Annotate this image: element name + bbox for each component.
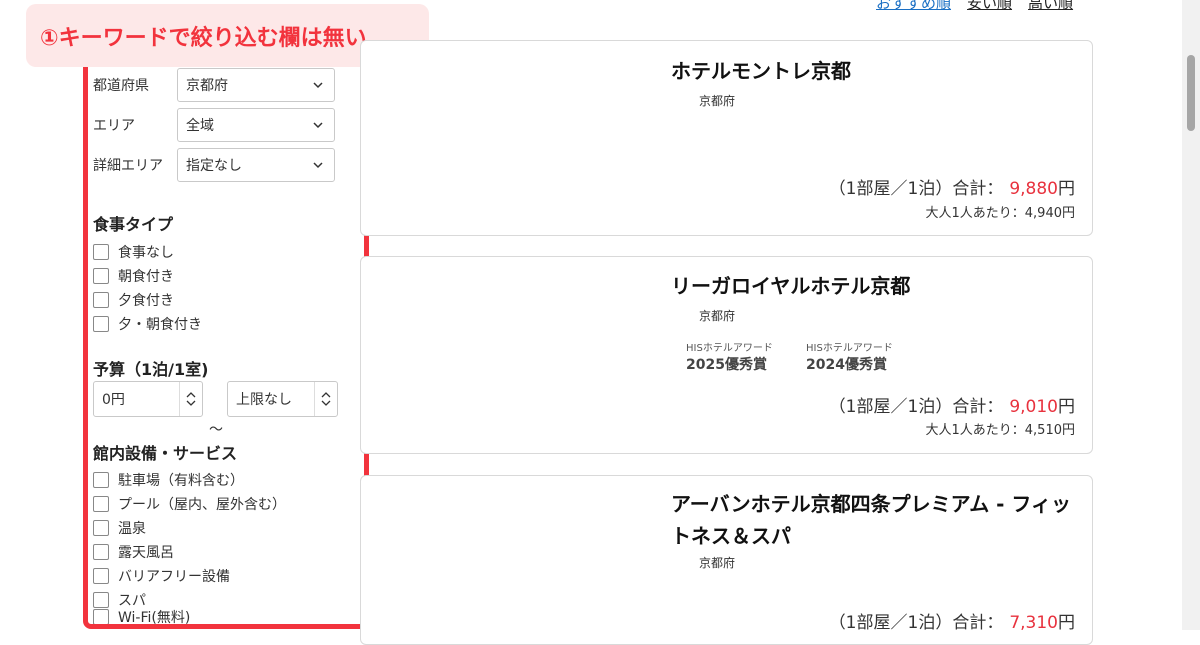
sort-expensive-link[interactable]: 高い順	[1028, 0, 1073, 13]
checkbox[interactable]	[93, 609, 109, 624]
chevron-down-icon	[313, 162, 323, 169]
hotel-name[interactable]: アーバンホテル京都四条プレミアム - フィッ トネス＆スパ	[671, 488, 1071, 552]
facility-option-barrier-free[interactable]: バリアフリー設備	[93, 566, 230, 586]
sort-recommended-link[interactable]: おすすめ順	[876, 0, 951, 13]
award-label: HISホテルアワード	[806, 343, 893, 354]
checkbox[interactable]	[93, 496, 109, 512]
hotel-prefecture: 京都府	[699, 556, 736, 570]
detail-area-row: 詳細エリア 指定なし	[93, 148, 343, 182]
price-yen: 円	[1058, 179, 1075, 199]
checkbox-label: 朝食付き	[118, 269, 174, 285]
checkbox-label: 駐車場（有料含む）	[118, 473, 244, 489]
per-person-price: 大人1人あたり：4,510円	[925, 423, 1076, 438]
award-name: 2024優秀賞	[806, 357, 887, 373]
award-badge: HISホテルアワード 2025優秀賞	[686, 339, 773, 374]
price-line: （1部屋／1泊）合計： 9,010円	[829, 392, 1075, 417]
price-yen: 円	[1058, 397, 1075, 417]
checkbox[interactable]	[93, 268, 109, 284]
hotel-name-line: トネス＆スパ	[671, 524, 791, 548]
checkbox[interactable]	[93, 244, 109, 260]
checkbox[interactable]	[93, 520, 109, 536]
facility-option-open-air-bath[interactable]: 露天風呂	[93, 542, 174, 562]
meal-option-dinner-breakfast[interactable]: 夕・朝食付き	[93, 314, 202, 334]
stepper-icon[interactable]	[314, 382, 337, 416]
area-row: エリア 全域	[93, 108, 343, 142]
area-value: 全域	[186, 118, 214, 134]
checkbox-label: Wi-Fi(無料)	[118, 610, 191, 626]
area-label: エリア	[93, 118, 135, 134]
price-line: （1部屋／1泊）合計： 9,880円	[829, 174, 1075, 199]
checkbox-label: バリアフリー設備	[118, 569, 230, 585]
chevron-down-icon	[313, 82, 323, 89]
annotation-text: ①キーワードで絞り込む欄は無い	[40, 25, 367, 51]
per-person-price: 大人1人あたり：4,940円	[925, 206, 1076, 221]
sort-cheap-link[interactable]: 安い順	[967, 0, 1012, 13]
prefecture-value: 京都府	[186, 78, 228, 94]
budget-title: 予算（1泊/1室)	[93, 360, 209, 379]
area-select[interactable]: 全域	[177, 108, 335, 142]
checkbox-label: プール（屋内、屋外含む）	[118, 497, 286, 513]
prefecture-select[interactable]: 京都府	[177, 68, 335, 102]
budget-separator: ～	[209, 422, 223, 438]
detail-area-label: 詳細エリア	[93, 158, 163, 174]
hotel-card[interactable]: ホテルモントレ京都 京都府 （1部屋／1泊）合計： 9,880円 大人1人あたり：…	[360, 40, 1093, 236]
facility-option-parking[interactable]: 駐車場（有料含む）	[93, 470, 244, 490]
checkbox[interactable]	[93, 592, 109, 608]
hotel-prefecture: 京都府	[699, 94, 736, 108]
meal-option-breakfast[interactable]: 朝食付き	[93, 266, 174, 286]
price-prefix: （1部屋／1泊）合計：	[828, 397, 1004, 417]
budget-min-value: 0円	[102, 392, 125, 408]
checkbox[interactable]	[93, 472, 109, 488]
checkbox-label: 食事なし	[118, 245, 174, 261]
checkbox[interactable]	[93, 292, 109, 308]
price-prefix: （1部屋／1泊）合計：	[828, 179, 1004, 199]
filter-sidebar: 都道府県 京都府 エリア 全域 詳細エリア 指定なし 食事タイプ 食事なし 朝食…	[83, 30, 369, 629]
hotel-name[interactable]: リーガロイヤルホテル京都	[671, 270, 910, 302]
checkbox[interactable]	[93, 568, 109, 584]
meal-option-dinner[interactable]: 夕食付き	[93, 290, 174, 310]
hotel-card[interactable]: アーバンホテル京都四条プレミアム - フィッ トネス＆スパ 京都府 （1部屋／1…	[360, 475, 1093, 645]
award-badge: HISホテルアワード 2024優秀賞	[806, 339, 893, 374]
price-prefix: （1部屋／1泊）合計：	[828, 613, 1004, 633]
meal-type-title: 食事タイプ	[93, 215, 174, 234]
price-amount: 9,010	[1009, 397, 1058, 417]
facility-option-pool[interactable]: プール（屋内、屋外含む）	[93, 494, 286, 514]
chevron-down-icon	[313, 122, 323, 129]
page-scrollbar[interactable]	[1182, 0, 1200, 630]
award-name: 2025優秀賞	[686, 357, 767, 373]
price-amount: 9,880	[1009, 179, 1058, 199]
checkbox[interactable]	[93, 544, 109, 560]
prefecture-label: 都道府県	[93, 78, 149, 94]
checkbox-label: 夕食付き	[118, 293, 174, 309]
price-line: （1部屋／1泊）合計： 7,310円	[829, 608, 1075, 633]
hotel-prefecture: 京都府	[699, 309, 736, 323]
facility-option-onsen[interactable]: 温泉	[93, 518, 146, 538]
stepper-icon[interactable]	[179, 382, 202, 416]
hotel-name[interactable]: ホテルモントレ京都	[671, 55, 851, 87]
meal-option-none[interactable]: 食事なし	[93, 242, 174, 262]
price-yen: 円	[1058, 613, 1075, 633]
checkbox-label: 温泉	[118, 521, 146, 537]
sort-options: おすすめ順 安い順 高い順	[876, 0, 1073, 13]
budget-max-input[interactable]: 上限なし	[227, 381, 338, 417]
facilities-title: 館内設備・サービス	[93, 444, 238, 463]
award-label: HISホテルアワード	[686, 343, 773, 354]
hotel-name-line: アーバンホテル京都四条プレミアム - フィッ	[671, 492, 1072, 516]
facility-option-wifi[interactable]: Wi-Fi(無料)	[93, 607, 191, 626]
hotel-card[interactable]: リーガロイヤルホテル京都 京都府 HISホテルアワード 2025優秀賞 HISホ…	[360, 256, 1093, 454]
checkbox-label: 夕・朝食付き	[118, 317, 202, 333]
detail-area-select[interactable]: 指定なし	[177, 148, 335, 182]
budget-max-value: 上限なし	[236, 392, 292, 408]
checkbox-label: 露天風呂	[118, 545, 174, 561]
scrollbar-thumb[interactable]	[1187, 55, 1195, 131]
budget-min-input[interactable]: 0円	[93, 381, 203, 417]
price-amount: 7,310	[1009, 613, 1058, 633]
checkbox[interactable]	[93, 316, 109, 332]
prefecture-row: 都道府県 京都府	[93, 68, 343, 102]
detail-area-value: 指定なし	[186, 158, 242, 174]
